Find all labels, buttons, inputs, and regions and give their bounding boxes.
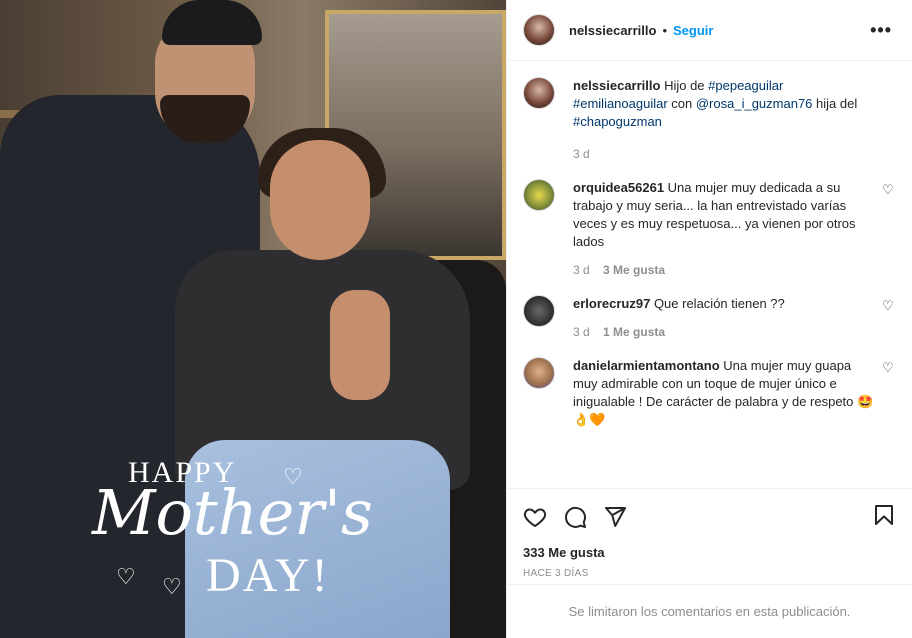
instagram-post: HAPPY Mother's DAY! ♡ ♡ ♡ nelssiecarrill… bbox=[0, 0, 912, 638]
comment-username[interactable]: erlorecruz97 bbox=[573, 296, 650, 311]
heart-icon: ♡ bbox=[162, 574, 182, 599]
caption-username[interactable]: nelssiecarrillo bbox=[573, 78, 660, 93]
commenter-avatar[interactable] bbox=[523, 357, 555, 389]
author-username[interactable]: nelssiecarrillo bbox=[569, 23, 656, 38]
comment-body: erlorecruz97 Que relación tienen ?? 3 d … bbox=[573, 295, 878, 341]
comment-body: danielarmientamontano Una mujer muy guap… bbox=[573, 357, 878, 429]
hashtag-link[interactable]: #pepeaguilar bbox=[708, 78, 783, 93]
comment-item: danielarmientamontano Una mujer muy guap… bbox=[523, 357, 896, 429]
caption-text: con bbox=[667, 96, 696, 111]
follow-button[interactable]: Seguir bbox=[673, 23, 713, 38]
share-send-icon[interactable] bbox=[603, 505, 627, 529]
post-actions: 333 Me gusta HACE 3 DÍAS bbox=[507, 488, 912, 584]
comment-time: 3 d bbox=[573, 263, 590, 277]
photo-woman-peace-hand bbox=[330, 290, 390, 400]
mention-link[interactable]: @rosa_i_guzman76 bbox=[696, 96, 813, 111]
caption-text: Hijo de bbox=[660, 78, 709, 93]
like-heart-icon[interactable] bbox=[523, 505, 547, 529]
comment-meta: 3 d 1 Me gusta bbox=[573, 323, 878, 341]
hashtag-link[interactable]: #emilianoaguilar bbox=[573, 96, 668, 111]
heart-icon: ♡ bbox=[283, 464, 303, 489]
bookmark-save-icon[interactable] bbox=[872, 503, 896, 527]
caption-meta: 3 d bbox=[573, 145, 878, 163]
overlay-mothers: Mother's bbox=[92, 476, 373, 549]
comment-username[interactable]: orquidea56261 bbox=[573, 180, 664, 195]
heart-icon[interactable]: ♡ bbox=[882, 183, 896, 197]
heart-icon: ♡ bbox=[116, 564, 136, 589]
post-sidebar: nelssiecarrillo • Seguir ••• nelssiecarr… bbox=[506, 0, 912, 638]
comment-text: Que relación tienen ?? bbox=[650, 296, 785, 311]
hashtag-link[interactable]: #chapoguzman bbox=[573, 114, 662, 129]
comment-meta: 3 d 3 Me gusta bbox=[573, 261, 878, 279]
comment-item: erlorecruz97 Que relación tienen ?? 3 d … bbox=[523, 295, 896, 341]
heart-icon[interactable]: ♡ bbox=[882, 361, 896, 375]
comment-bubble-icon[interactable] bbox=[563, 505, 587, 529]
posted-time: HACE 3 DÍAS bbox=[523, 568, 589, 579]
caption-body: nelssiecarrillo Hijo de #pepeaguilar #emi… bbox=[573, 77, 878, 163]
caption-time: 3 d bbox=[573, 147, 590, 161]
heart-icon[interactable]: ♡ bbox=[882, 299, 896, 313]
photo-woman-head bbox=[270, 140, 370, 260]
comments-list[interactable]: nelssiecarrillo Hijo de #pepeaguilar #emi… bbox=[507, 61, 912, 488]
caption: nelssiecarrillo Hijo de #pepeaguilar #emi… bbox=[523, 77, 896, 163]
commenter-avatar[interactable] bbox=[523, 295, 555, 327]
mothers-day-overlay: HAPPY Mother's DAY! ♡ ♡ ♡ bbox=[78, 452, 373, 602]
header-separator: • bbox=[662, 22, 668, 38]
comments-limited-text: Se limitaron los comentarios en esta pub… bbox=[568, 604, 851, 619]
overlay-day: DAY! bbox=[206, 549, 330, 602]
comment-body: orquidea56261 Una mujer muy dedicada a s… bbox=[573, 179, 878, 279]
comments-limited-notice: Se limitaron los comentarios en esta pub… bbox=[507, 584, 912, 638]
action-icons bbox=[523, 503, 896, 531]
likes-count[interactable]: 333 Me gusta bbox=[523, 545, 896, 560]
comment-likes[interactable]: 1 Me gusta bbox=[603, 325, 665, 339]
author-avatar[interactable] bbox=[523, 77, 555, 109]
post-photo[interactable]: HAPPY Mother's DAY! ♡ ♡ ♡ bbox=[0, 0, 506, 638]
commenter-avatar[interactable] bbox=[523, 179, 555, 211]
photo-man-cap bbox=[162, 0, 262, 45]
caption-text: hija del bbox=[812, 96, 858, 111]
post-header: nelssiecarrillo • Seguir ••• bbox=[507, 0, 912, 61]
comment-likes[interactable]: 3 Me gusta bbox=[603, 263, 665, 277]
author-avatar[interactable] bbox=[523, 14, 555, 46]
comment-time: 3 d bbox=[573, 325, 590, 339]
comment-item: orquidea56261 Una mujer muy dedicada a s… bbox=[523, 179, 896, 279]
comment-username[interactable]: danielarmientamontano bbox=[573, 358, 720, 373]
more-options-icon[interactable]: ••• bbox=[870, 20, 892, 41]
